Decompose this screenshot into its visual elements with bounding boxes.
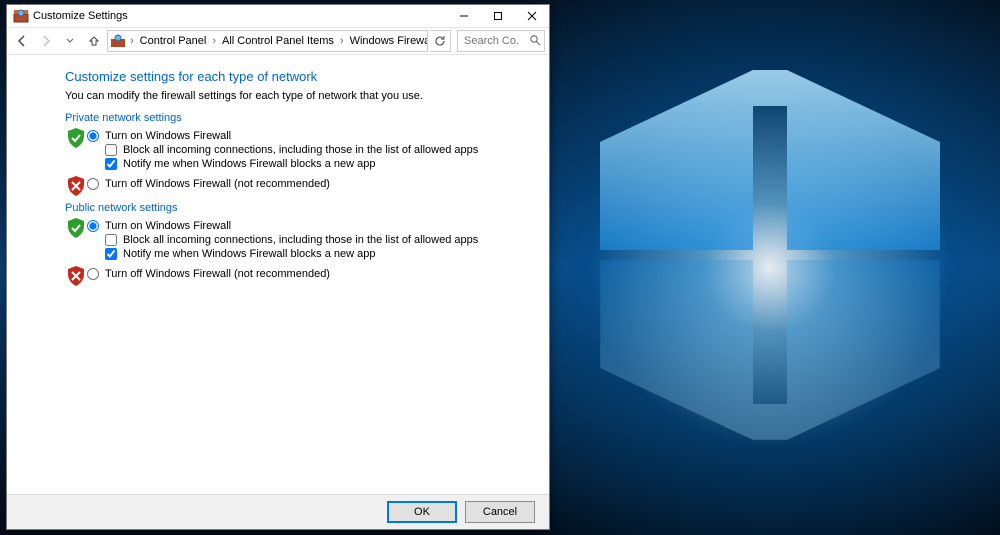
titlebar: Customize Settings <box>7 5 549 28</box>
private-turn-off-label: Turn off Windows Firewall (not recommend… <box>105 178 330 190</box>
breadcrumb[interactable]: › Control Panel › All Control Panel Item… <box>107 30 428 52</box>
public-turn-on-label: Turn on Windows Firewall <box>105 220 231 232</box>
shield-block-icon <box>65 266 87 286</box>
public-block-all-label: Block all incoming connections, includin… <box>123 234 478 246</box>
ok-button[interactable]: OK <box>387 501 457 523</box>
public-turn-on-radio[interactable] <box>87 220 99 232</box>
private-block-all-checkbox[interactable] <box>105 144 117 156</box>
search-icon <box>529 34 541 49</box>
window-title: Customize Settings <box>33 10 128 22</box>
close-button[interactable] <box>515 5 549 27</box>
firewall-path-icon <box>110 33 126 49</box>
recent-dropdown[interactable] <box>59 30 81 52</box>
private-group-label: Private network settings <box>65 112 531 124</box>
up-button[interactable] <box>83 30 105 52</box>
forward-button[interactable] <box>35 30 57 52</box>
customize-settings-window: Customize Settings › Control Panel › All… <box>6 4 550 530</box>
public-turn-off-radio[interactable] <box>87 268 99 280</box>
private-turn-on-label: Turn on Windows Firewall <box>105 130 231 142</box>
private-notify-label: Notify me when Windows Firewall blocks a… <box>123 158 376 170</box>
private-block-all-label: Block all incoming connections, includin… <box>123 144 478 156</box>
private-notify-checkbox[interactable] <box>105 158 117 170</box>
search-input[interactable] <box>462 34 522 48</box>
back-button[interactable] <box>11 30 33 52</box>
public-group-label: Public network settings <box>65 202 531 214</box>
search-box[interactable] <box>457 30 545 52</box>
shield-ok-icon <box>65 128 87 148</box>
page-heading: Customize settings for each type of netw… <box>65 69 531 84</box>
cancel-button[interactable]: Cancel <box>465 501 535 523</box>
breadcrumb-item[interactable]: All Control Panel Items <box>218 35 338 47</box>
public-notify-label: Notify me when Windows Firewall blocks a… <box>123 248 376 260</box>
public-notify-checkbox[interactable] <box>105 248 117 260</box>
firewall-app-icon <box>13 8 29 24</box>
navigation-bar: › Control Panel › All Control Panel Item… <box>7 28 549 55</box>
content-pane: Customize settings for each type of netw… <box>7 55 549 494</box>
maximize-button[interactable] <box>481 5 515 27</box>
private-turn-on-radio[interactable] <box>87 130 99 142</box>
private-turn-off-radio[interactable] <box>87 178 99 190</box>
shield-ok-icon <box>65 218 87 238</box>
chevron-right-icon: › <box>338 35 346 47</box>
shield-block-icon <box>65 176 87 196</box>
dialog-footer: OK Cancel <box>7 494 549 529</box>
minimize-button[interactable] <box>447 5 481 27</box>
public-turn-off-label: Turn off Windows Firewall (not recommend… <box>105 268 330 280</box>
breadcrumb-item[interactable]: Windows Firewall <box>346 35 428 47</box>
page-description: You can modify the firewall settings for… <box>65 90 531 102</box>
refresh-button[interactable] <box>430 30 451 52</box>
chevron-right-icon: › <box>128 35 136 47</box>
public-block-all-checkbox[interactable] <box>105 234 117 246</box>
chevron-right-icon: › <box>210 35 218 47</box>
breadcrumb-item[interactable]: Control Panel <box>136 35 211 47</box>
